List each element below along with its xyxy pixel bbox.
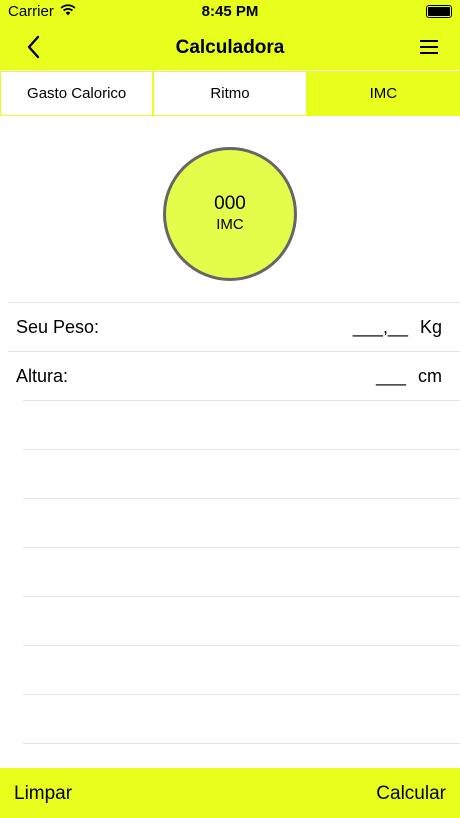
- weight-label: Seu Peso:: [16, 317, 100, 337]
- imc-result-value: 000: [214, 193, 246, 214]
- segmented-tabs: Gasto Calorico Ritmo IMC: [0, 71, 460, 116]
- status-bar: Carrier 8:45 PM: [0, 0, 460, 24]
- height-unit: cm: [418, 366, 442, 386]
- table-separator: [23, 743, 460, 744]
- table-separator: [23, 498, 460, 499]
- table-separator: [23, 596, 460, 597]
- height-input[interactable]: ___: [376, 366, 406, 387]
- weight-unit: Kg: [419, 317, 442, 337]
- battery-icon: [426, 5, 452, 18]
- clear-button[interactable]: Limpar: [14, 783, 72, 805]
- table-separator: [23, 645, 460, 646]
- table-separator: [23, 400, 460, 401]
- hamburger-menu-icon: [420, 40, 438, 54]
- page-title: Calculadora: [175, 37, 285, 58]
- table-separator: [23, 694, 460, 695]
- calculate-button[interactable]: Calcular: [376, 783, 446, 805]
- weight-input[interactable]: ___,__: [353, 317, 408, 338]
- imc-result-unit: IMC: [216, 216, 244, 233]
- height-label: Altura:: [16, 366, 69, 386]
- menu-button[interactable]: [416, 36, 442, 58]
- height-row: Altura: ___ cm: [8, 351, 460, 400]
- status-time: 8:45 PM: [201, 3, 259, 20]
- tab-gasto-calorico[interactable]: Gasto Calorico: [0, 71, 154, 116]
- imc-result-circle: 000 IMC: [163, 147, 297, 281]
- table-separator: [23, 449, 460, 450]
- weight-row: Seu Peso: ___,__ Kg: [8, 302, 460, 351]
- weight-value-group: ___,__ Kg: [353, 317, 442, 338]
- navigation-bar: Calculadora: [0, 24, 460, 70]
- table-separator: [23, 547, 460, 548]
- tab-imc[interactable]: IMC: [306, 71, 460, 116]
- bottom-toolbar: Limpar Calcular: [0, 768, 460, 818]
- tab-ritmo[interactable]: Ritmo: [153, 71, 307, 116]
- height-value-group: ___ cm: [376, 366, 442, 387]
